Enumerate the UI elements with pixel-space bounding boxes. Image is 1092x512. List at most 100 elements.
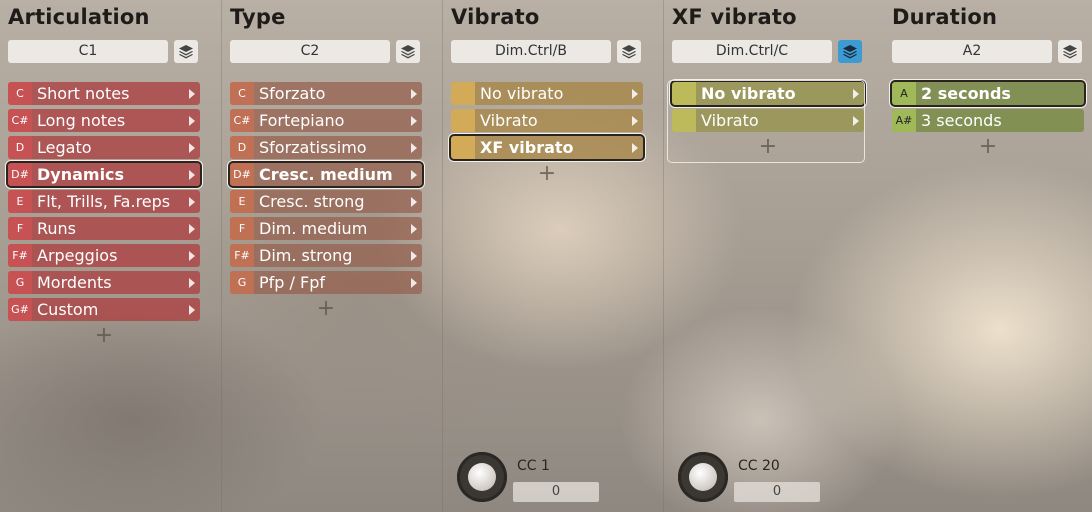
type-item[interactable]: C Sforzato (230, 82, 422, 105)
cc-value-field[interactable]: 0 (734, 482, 820, 502)
column-title: Duration (892, 5, 998, 29)
key-label (451, 82, 475, 105)
item-label: Legato (37, 138, 92, 157)
cc-label: CC 20 (738, 458, 780, 474)
layers-button-active[interactable] (838, 40, 862, 63)
item-label: Fortepiano (259, 111, 345, 130)
cc-control: CC 1 0 (457, 452, 617, 502)
articulation-item[interactable]: G Mordents (8, 271, 200, 294)
key-label: C# (8, 109, 32, 132)
add-item-button[interactable]: + (230, 298, 422, 322)
cc-value-field[interactable]: 0 (513, 482, 599, 502)
add-item-button[interactable]: + (451, 163, 643, 187)
triangle-right-icon[interactable] (632, 142, 638, 153)
vibrato-item-selected[interactable]: XF vibrato (449, 134, 645, 161)
selector-field[interactable]: A2 (892, 40, 1052, 63)
vibrato-item[interactable]: Vibrato (451, 109, 643, 132)
triangle-right-icon[interactable] (411, 196, 417, 207)
triangle-right-icon[interactable] (411, 88, 417, 99)
key-label: G (230, 271, 254, 294)
add-item-button[interactable]: + (892, 136, 1084, 160)
layers-icon (843, 44, 857, 58)
duration-item[interactable]: A# 3 seconds (892, 109, 1084, 132)
type-item[interactable]: E Cresc. strong (230, 190, 422, 213)
triangle-right-icon[interactable] (411, 223, 417, 234)
key-label: C (230, 82, 254, 105)
duration-item-selected[interactable]: A 2 seconds (890, 80, 1086, 107)
add-item-button[interactable]: + (8, 325, 200, 349)
column-xf-vibrato: XF vibrato Dim.Ctrl/C No vibrato Vibrato… (663, 0, 884, 512)
key-label: D (8, 136, 32, 159)
key-label (451, 109, 475, 132)
articulation-item[interactable]: F# Arpeggios (8, 244, 200, 267)
layers-icon (1063, 44, 1077, 58)
triangle-right-icon[interactable] (411, 142, 417, 153)
triangle-right-icon[interactable] (411, 169, 417, 180)
item-label: Cresc. strong (259, 192, 365, 211)
layers-icon (622, 44, 636, 58)
key-label (451, 136, 475, 159)
item-label: Short notes (37, 84, 130, 103)
articulation-item[interactable]: G# Custom (8, 298, 200, 321)
triangle-right-icon[interactable] (189, 277, 195, 288)
triangle-right-icon[interactable] (411, 277, 417, 288)
cc-knob[interactable] (457, 452, 507, 502)
selector-field[interactable]: C1 (8, 40, 168, 63)
key-label: F# (230, 244, 254, 267)
triangle-right-icon[interactable] (189, 115, 195, 126)
triangle-right-icon[interactable] (189, 250, 195, 261)
layers-button[interactable] (174, 40, 198, 63)
vibrato-item[interactable]: No vibrato (451, 82, 643, 105)
knob-cap (468, 463, 496, 491)
articulation-item[interactable]: F Runs (8, 217, 200, 240)
key-label: G# (8, 298, 32, 321)
articulation-item[interactable]: C# Long notes (8, 109, 200, 132)
key-label: F# (8, 244, 32, 267)
key-label: E (230, 190, 254, 213)
triangle-right-icon[interactable] (632, 88, 638, 99)
cc-knob[interactable] (678, 452, 728, 502)
triangle-right-icon[interactable] (189, 223, 195, 234)
triangle-right-icon[interactable] (189, 169, 195, 180)
item-label: XF vibrato (480, 138, 574, 157)
triangle-right-icon[interactable] (632, 115, 638, 126)
triangle-right-icon[interactable] (189, 88, 195, 99)
type-item[interactable]: F# Dim. strong (230, 244, 422, 267)
key-label: A (892, 82, 916, 105)
key-label: C (8, 82, 32, 105)
type-item[interactable]: F Dim. medium (230, 217, 422, 240)
key-label: F (230, 217, 254, 240)
type-item[interactable]: G Pfp / Fpf (230, 271, 422, 294)
selector-field[interactable]: Dim.Ctrl/C (672, 40, 832, 63)
item-label: 3 seconds (921, 111, 1002, 130)
layers-icon (179, 44, 193, 58)
item-label: No vibrato (480, 84, 564, 103)
item-label: Arpeggios (37, 246, 118, 265)
type-item[interactable]: D Sforzatissimo (230, 136, 422, 159)
articulation-item[interactable]: E Flt, Trills, Fa.reps (8, 190, 200, 213)
triangle-right-icon[interactable] (411, 250, 417, 261)
layers-button[interactable] (396, 40, 420, 63)
triangle-right-icon[interactable] (411, 115, 417, 126)
selector-field[interactable]: C2 (230, 40, 390, 63)
item-label: Vibrato (480, 111, 538, 130)
column-title: Type (230, 5, 286, 29)
triangle-right-icon[interactable] (189, 142, 195, 153)
layers-button[interactable] (1058, 40, 1082, 63)
triangle-right-icon[interactable] (189, 304, 195, 315)
type-item-selected[interactable]: D# Cresc. medium (228, 161, 424, 188)
type-item[interactable]: C# Fortepiano (230, 109, 422, 132)
articulation-item[interactable]: C Short notes (8, 82, 200, 105)
column-type: Type C2 C Sforzato C# Fortepiano D Sforzati… (221, 0, 442, 512)
item-label: Dim. strong (259, 246, 353, 265)
key-label: A# (892, 109, 916, 132)
articulation-item-selected[interactable]: D# Dynamics (6, 161, 202, 188)
key-label: E (8, 190, 32, 213)
cc-label: CC 1 (517, 458, 550, 474)
articulation-item[interactable]: D Legato (8, 136, 200, 159)
knob-cap (689, 463, 717, 491)
item-label: Sforzatissimo (259, 138, 367, 157)
triangle-right-icon[interactable] (189, 196, 195, 207)
layers-button[interactable] (617, 40, 641, 63)
selector-field[interactable]: Dim.Ctrl/B (451, 40, 611, 63)
